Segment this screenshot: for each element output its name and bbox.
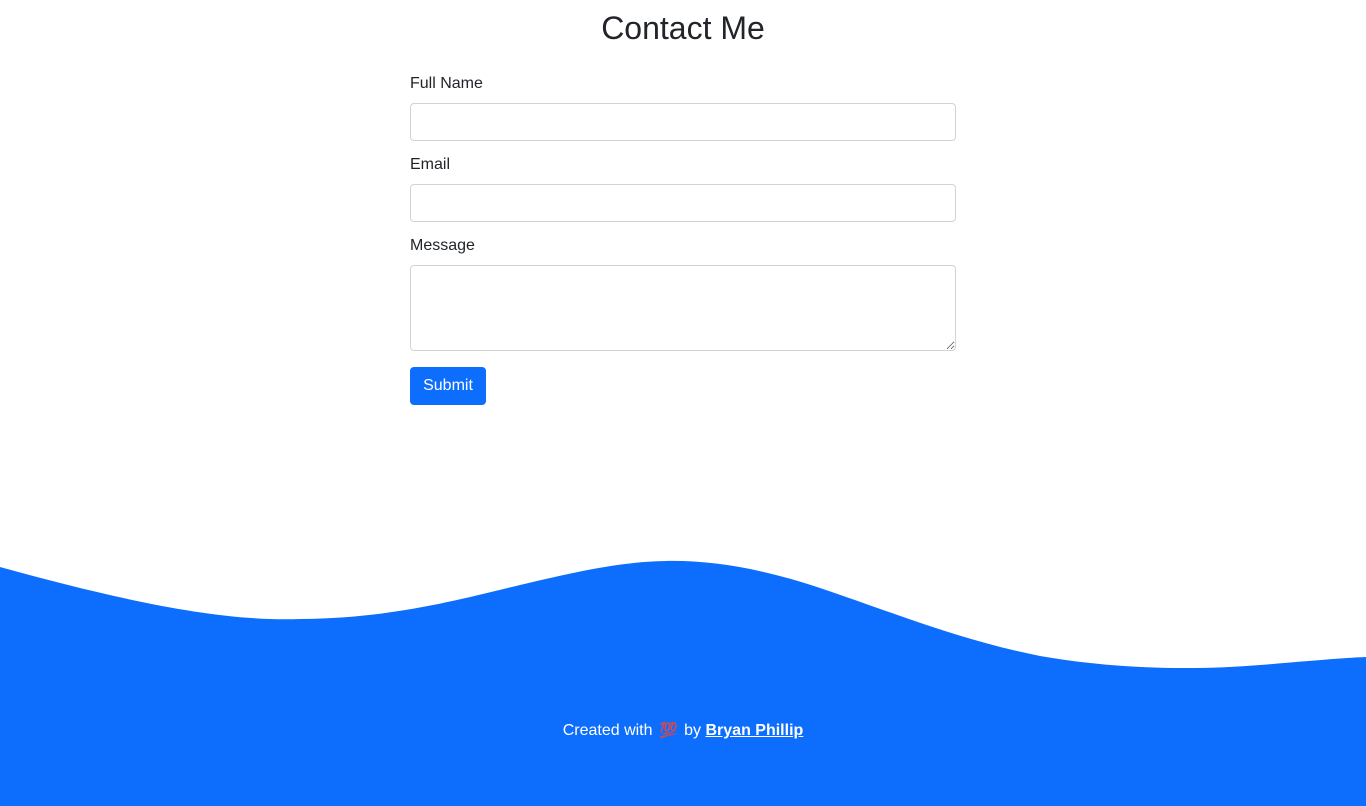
email-label: Email <box>410 156 451 173</box>
full-name-group: Full Name <box>410 72 956 141</box>
full-name-input[interactable] <box>410 103 956 141</box>
contact-page: Contact Me Full Name Email Message Submi… <box>0 0 1366 806</box>
message-group: Message <box>410 234 956 351</box>
footer-credit: Created with 💯 by Bryan Phillip <box>0 719 1366 743</box>
email-group: Email <box>410 153 956 222</box>
full-name-label: Full Name <box>410 75 483 92</box>
heart-icon: 💯 <box>658 722 678 739</box>
submit-button[interactable]: Submit <box>410 367 486 405</box>
contact-form: Full Name Email Message Submit <box>410 72 956 405</box>
message-label: Message <box>410 237 475 254</box>
author-link[interactable]: Bryan Phillip <box>705 722 803 739</box>
page-title: Contact Me <box>601 10 765 46</box>
footer-wave <box>0 560 1366 806</box>
footer-wave-shape <box>0 560 1366 806</box>
footer-by: by <box>684 722 702 739</box>
footer-prefix: Created with <box>562 722 653 739</box>
email-input[interactable] <box>410 184 956 222</box>
message-textarea[interactable] <box>410 265 956 351</box>
